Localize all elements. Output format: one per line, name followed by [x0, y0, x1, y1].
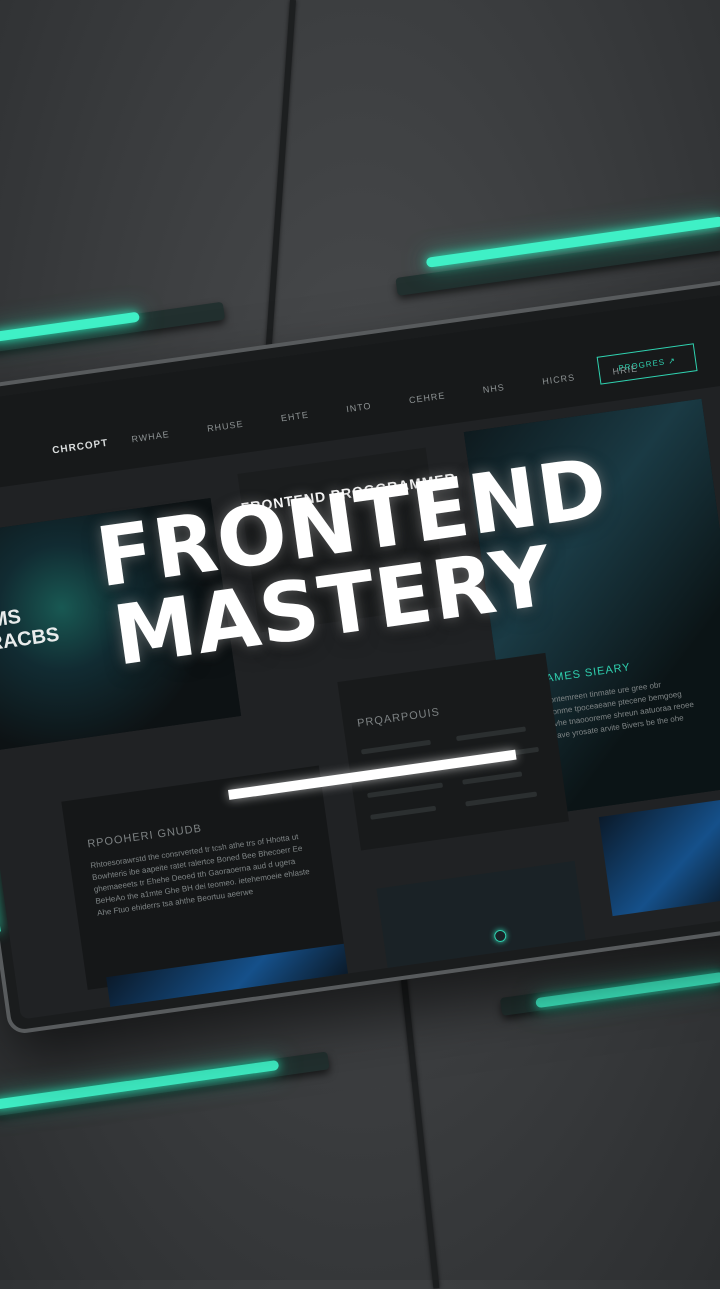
nav-item[interactable]: EHTE — [280, 410, 309, 424]
list-heading: PRQARPOUIS — [356, 706, 441, 730]
tablet-device: CHRCOPT RWHAE RHUSE EHTE INTO CEHRE NHS … — [0, 272, 720, 1036]
ring-icon — [493, 929, 508, 943]
panel-paragraph: Frontemreen tinmate ure gree obr aeonme … — [541, 680, 695, 742]
list-row — [360, 739, 431, 755]
nav-item[interactable]: NHS — [482, 382, 505, 395]
website-screen: CHRCOPT RWHAE RHUSE EHTE INTO CEHRE NHS … — [0, 288, 720, 1020]
nav-cta-button[interactable]: PROGRES ↗ — [596, 343, 698, 385]
list-row — [370, 805, 437, 820]
image-card — [598, 789, 720, 917]
background-cable-bottom — [400, 969, 440, 1289]
nav-item[interactable]: RHUSE — [206, 419, 244, 434]
panel-heading: FAMES SIEARY — [538, 661, 632, 687]
background-cable-top — [264, 0, 296, 360]
panel-label: IMS RACBS — [0, 605, 61, 656]
list-panel: PRQARPOUIS — [337, 652, 569, 851]
nav-item[interactable]: CEHRE — [408, 390, 446, 405]
list-row — [367, 782, 444, 799]
list-row — [465, 791, 538, 807]
nav-item[interactable]: HICRS — [542, 372, 576, 386]
image-card — [376, 860, 588, 978]
site-logo[interactable]: CHRCOPT — [52, 438, 109, 457]
list-row — [456, 726, 527, 742]
light-bar — [0, 1059, 280, 1111]
nav-item[interactable]: RWHAE — [131, 429, 170, 444]
list-row — [462, 771, 523, 785]
nav-item[interactable]: INTO — [346, 401, 372, 414]
